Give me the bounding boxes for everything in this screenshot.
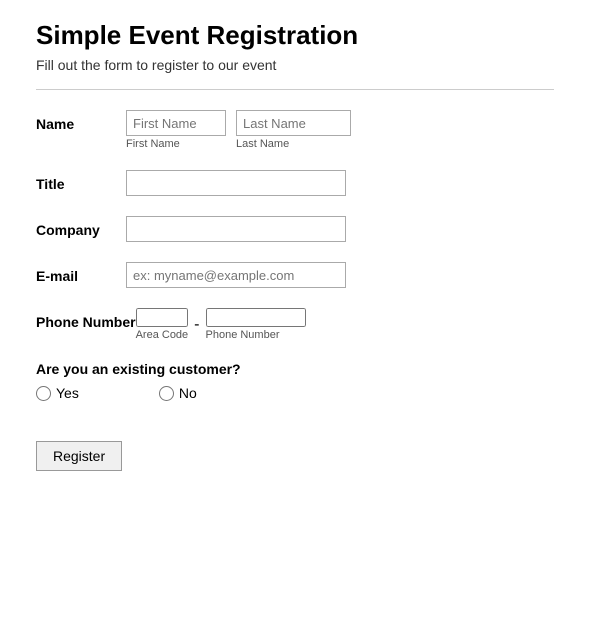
- company-row: Company: [36, 216, 554, 242]
- email-input[interactable]: [126, 262, 346, 288]
- phone-number-hint: Phone Number: [206, 329, 306, 341]
- existing-customer-question: Are you an existing customer?: [36, 361, 554, 377]
- phone-dash: -: [194, 308, 199, 338]
- title-input[interactable]: [126, 170, 346, 196]
- registration-form: Name First Name Last Name Title Company …: [36, 110, 554, 471]
- phone-label: Phone Number: [36, 308, 136, 330]
- title-row: Title: [36, 170, 554, 196]
- title-field: [126, 170, 346, 196]
- last-name-hint: Last Name: [236, 138, 351, 150]
- last-name-input[interactable]: [236, 110, 351, 136]
- phone-fields: Area Code - Phone Number: [136, 308, 306, 341]
- page-subtitle: Fill out the form to register to our eve…: [36, 57, 554, 73]
- phone-number-input[interactable]: [206, 308, 306, 327]
- first-name-input[interactable]: [126, 110, 226, 136]
- first-name-group: First Name: [126, 110, 226, 150]
- no-option[interactable]: No: [159, 385, 197, 401]
- area-code-group: Area Code: [136, 308, 189, 341]
- title-label: Title: [36, 170, 126, 192]
- page-title: Simple Event Registration: [36, 20, 554, 51]
- email-row: E-mail: [36, 262, 554, 288]
- area-code-input[interactable]: [136, 308, 188, 327]
- phone-row: Phone Number Area Code - Phone Number: [36, 308, 554, 341]
- name-row: Name First Name Last Name: [36, 110, 554, 150]
- radio-options: Yes No: [36, 385, 554, 401]
- yes-radio[interactable]: [36, 386, 51, 401]
- divider: [36, 89, 554, 90]
- company-label: Company: [36, 216, 126, 238]
- yes-option[interactable]: Yes: [36, 385, 79, 401]
- phone-number-group: Phone Number: [206, 308, 306, 341]
- name-fields: First Name Last Name: [126, 110, 351, 150]
- no-label: No: [179, 385, 197, 401]
- company-field: [126, 216, 346, 242]
- no-radio[interactable]: [159, 386, 174, 401]
- register-button[interactable]: Register: [36, 441, 122, 471]
- company-input[interactable]: [126, 216, 346, 242]
- first-name-hint: First Name: [126, 138, 226, 150]
- area-code-hint: Area Code: [136, 329, 189, 341]
- last-name-group: Last Name: [236, 110, 351, 150]
- existing-customer-section: Are you an existing customer? Yes No: [36, 361, 554, 401]
- email-label: E-mail: [36, 262, 126, 284]
- name-label: Name: [36, 110, 126, 132]
- yes-label: Yes: [56, 385, 79, 401]
- email-field: [126, 262, 346, 288]
